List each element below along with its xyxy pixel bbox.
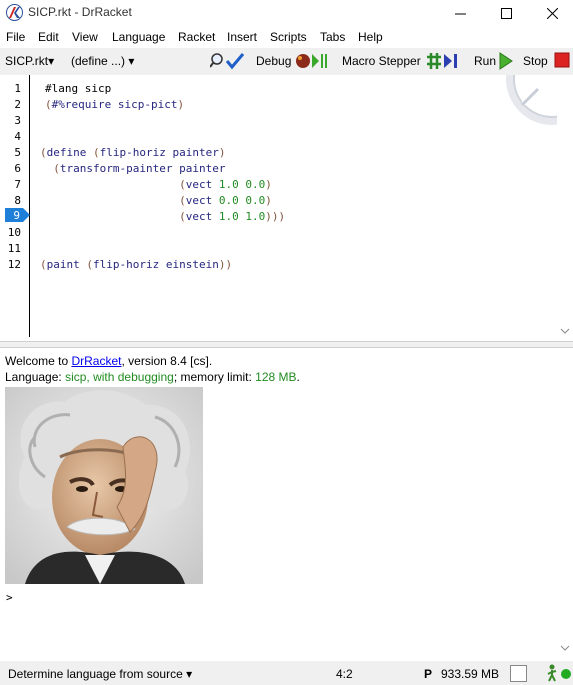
gc-indicator	[510, 665, 527, 682]
close-button[interactable]	[529, 0, 573, 26]
menu-view[interactable]: View	[72, 30, 98, 44]
menu-tabs[interactable]: Tabs	[320, 30, 345, 44]
breakpoint-line-number: 9	[13, 209, 20, 222]
stop-icon	[554, 52, 570, 68]
code-line-2: (#%require sicp-pict)	[45, 98, 185, 111]
menu-scripts[interactable]: Scripts	[270, 30, 307, 44]
code-line-12: (paint (flip-horiz einstein))	[40, 258, 233, 271]
menu-help[interactable]: Help	[358, 30, 383, 44]
welcome-prefix: Welcome to	[5, 354, 72, 368]
drracket-logo-icon	[6, 4, 23, 21]
repl-prompt[interactable]: >	[6, 591, 13, 604]
line-number: 1	[14, 82, 21, 95]
line-number: 8	[14, 194, 21, 207]
interactions-scrollbar[interactable]	[557, 349, 573, 660]
debug-icon	[296, 54, 327, 68]
language-message: Language: sicp, with debugging; memory l…	[5, 370, 300, 384]
lang-mid: ; memory limit:	[173, 370, 256, 384]
pane-splitter[interactable]	[0, 341, 573, 348]
stop-button[interactable]: Stop	[523, 54, 548, 68]
scroll-down-icon[interactable]	[560, 644, 570, 652]
line-number: 5	[14, 146, 21, 159]
menu-file[interactable]: File	[6, 30, 25, 44]
einstein-painter-output-image	[5, 387, 203, 584]
menu-edit[interactable]: Edit	[38, 30, 59, 44]
chevron-down-icon: ▾	[128, 54, 135, 68]
memory-usage[interactable]: 933.59 MB	[441, 667, 499, 681]
line-number: 10	[7, 226, 21, 239]
code-line-5: (define (flip-horiz painter)	[40, 146, 226, 159]
macro-stepper-button[interactable]: Macro Stepper	[342, 54, 421, 68]
welcome-message: Welcome to DrRacket, version 8.4 [cs].	[5, 354, 212, 368]
minimize-icon	[454, 13, 466, 14]
line-number: 12	[7, 258, 21, 271]
define-menu-button[interactable]: (define ...) ▾	[71, 54, 134, 68]
toolbar: SICP.rkt▾ (define ...) ▾ Debug Macro Ste…	[0, 48, 573, 75]
cursor-position: 4:2	[336, 667, 353, 681]
interactions-pane[interactable]: Welcome to DrRacket, version 8.4 [cs]. L…	[0, 349, 573, 660]
language-selector[interactable]: Determine language from source ▾	[8, 667, 192, 681]
line-number: 2	[14, 98, 21, 111]
line-number: 7	[14, 178, 21, 191]
code-line-1: #lang sicp	[45, 82, 112, 95]
menu-language[interactable]: Language	[112, 30, 165, 44]
line-number: 6	[14, 162, 21, 175]
debug-button[interactable]: Debug	[256, 54, 291, 68]
chevron-down-icon: ▾	[48, 54, 55, 68]
language-selector-label: Determine language from source	[8, 667, 183, 681]
online-expansion-icon	[506, 75, 558, 125]
editor-scrollbar[interactable]	[557, 75, 573, 341]
code-line-6: (transform-painter painter	[53, 162, 226, 175]
title-bar: SICP.rkt - DrRacket	[0, 0, 573, 26]
line-number: 3	[14, 114, 21, 127]
code-line-9: (vect 1.0 1.0)))	[179, 210, 286, 223]
running-status-icon	[561, 669, 571, 679]
file-menu-button[interactable]: SICP.rkt▾	[5, 54, 54, 68]
run-icon	[499, 52, 513, 70]
lang-prefix: Language:	[5, 370, 66, 384]
check-syntax-icon[interactable]	[210, 52, 246, 70]
maximize-button[interactable]	[483, 0, 529, 26]
line-number: 4	[14, 130, 21, 143]
run-button[interactable]: Run	[474, 54, 496, 68]
memory-prefix: P	[424, 667, 433, 681]
file-name-label: SICP.rkt	[5, 54, 49, 68]
chevron-down-icon: ▾	[186, 667, 193, 681]
breakpoint-marker[interactable]: 9	[5, 208, 30, 222]
line-number: 11	[7, 242, 21, 255]
code-line-7: (vect 1.0 0.0)	[179, 178, 272, 191]
memory-limit: 128 MB	[255, 370, 297, 384]
define-label: (define ...)	[71, 54, 126, 68]
drracket-link[interactable]: DrRacket	[71, 354, 121, 368]
walker-icon	[547, 664, 557, 682]
macro-stepper-icon	[427, 53, 457, 69]
close-icon	[546, 7, 558, 19]
definitions-editor[interactable]: 1 2 3 4 5 6 7 8 9 10 11 12 #lang sicp (#…	[0, 75, 573, 341]
lang-end: .	[296, 370, 300, 384]
window-title: SICP.rkt - DrRacket	[28, 5, 132, 19]
menu-racket[interactable]: Racket	[178, 30, 215, 44]
status-bar: Determine language from source ▾ 4:2 P 9…	[0, 661, 573, 685]
gutter-divider	[29, 75, 30, 337]
scroll-down-icon[interactable]	[560, 327, 570, 335]
lang-name: sicp, with debugging	[65, 370, 174, 384]
minimize-button[interactable]	[437, 0, 483, 26]
welcome-suffix: , version 8.4 [cs].	[121, 354, 213, 368]
maximize-icon	[500, 7, 512, 19]
menu-bar: File Edit View Language Racket Insert Sc…	[0, 27, 573, 48]
code-line-8: (vect 0.0 0.0)	[179, 194, 272, 207]
menu-insert[interactable]: Insert	[227, 30, 257, 44]
